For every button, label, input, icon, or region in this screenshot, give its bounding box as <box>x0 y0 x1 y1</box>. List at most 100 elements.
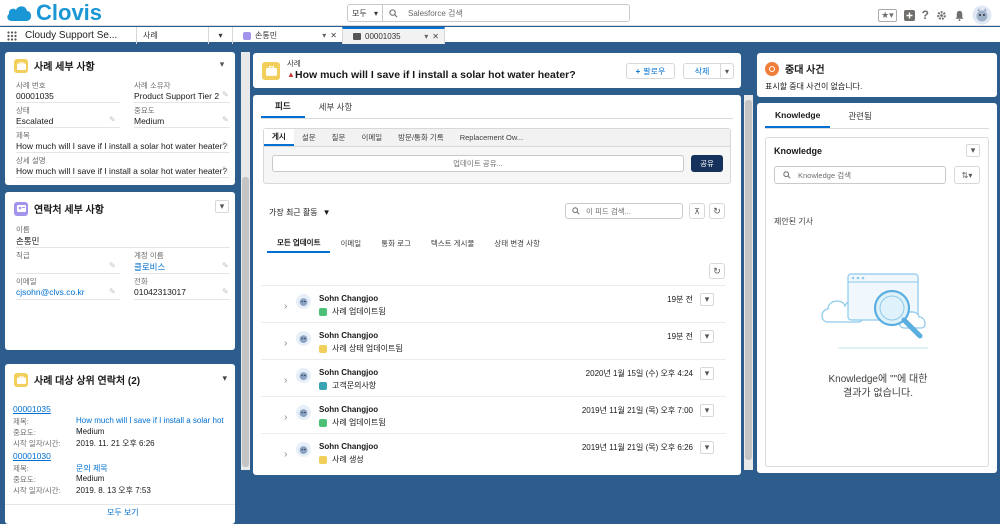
tab-feed[interactable]: 피드 <box>261 95 305 118</box>
edit-pencil-icon[interactable]: ✎ <box>109 115 116 124</box>
feed-item-menu-button[interactable]: ▾ <box>700 367 714 380</box>
avatar[interactable] <box>296 405 311 420</box>
filter-call-log[interactable]: 통화 로그 <box>371 233 421 253</box>
feed-refresh-button[interactable]: ↻ <box>709 203 725 219</box>
scrollbar-thumb[interactable] <box>242 177 249 467</box>
global-search-input[interactable]: Salesforce 검색 <box>383 5 629 21</box>
feed-timestamp[interactable]: 19분 전 <box>667 294 693 305</box>
help-icon[interactable]: ? <box>922 8 929 22</box>
feed-author-link[interactable]: Sohn Changjoo <box>319 442 378 451</box>
knowledge-menu-button[interactable]: ▾ <box>966 144 980 157</box>
avatar[interactable] <box>296 442 311 457</box>
notifications-bell-icon[interactable] <box>954 10 965 21</box>
edit-pencil-icon[interactable]: ✎ <box>222 115 229 124</box>
feed-timestamp[interactable]: 2019년 11월 21일 (목) 오후 7:00 <box>582 405 693 416</box>
feed-author-link[interactable]: Sohn Changjoo <box>319 368 378 377</box>
dropdown-icon[interactable]: ▾ <box>322 31 326 40</box>
avatar[interactable] <box>296 331 311 346</box>
record-tabs: 피드 세부 사항 <box>261 95 733 119</box>
feed-timestamp[interactable]: 2019년 11월 21일 (목) 오후 6:26 <box>582 442 693 453</box>
feed-refresh-button[interactable]: ↻ <box>709 263 725 279</box>
nav-tab-cases[interactable]: 사례 <box>136 27 232 44</box>
related-case-number-link[interactable]: 00001030 <box>13 451 51 461</box>
edit-pencil-icon[interactable]: ✎ <box>222 261 229 270</box>
tab-knowledge[interactable]: Knowledge <box>765 103 831 128</box>
edit-pencil-icon[interactable]: ✎ <box>222 140 229 149</box>
caret-down-icon: ▾ <box>373 8 378 18</box>
close-tab-icon[interactable]: ✕ <box>432 32 439 41</box>
scrollbar-thumb[interactable] <box>745 100 752 460</box>
share-button[interactable]: 공유 <box>691 155 723 172</box>
close-tab-icon[interactable]: ✕ <box>330 31 337 40</box>
description-value: How much will I save if I install a sola… <box>16 166 228 176</box>
edit-pencil-icon[interactable]: ✎ <box>222 287 229 296</box>
chevron-right-icon[interactable]: › <box>284 375 287 386</box>
filter-text-posts[interactable]: 텍스트 게시물 <box>421 233 484 253</box>
follow-button[interactable]: + 팔로우 <box>626 63 675 79</box>
related-case-number-link[interactable]: 00001035 <box>13 404 51 414</box>
feed-item-menu-button[interactable]: ▾ <box>700 404 714 417</box>
related-priority-value: Medium <box>76 474 105 483</box>
app-launcher[interactable]: Cloudy Support Se... <box>0 27 125 44</box>
filter-all-updates[interactable]: 모든 업데이트 <box>267 233 331 253</box>
search-scope-dropdown[interactable]: 모두 ▾ <box>348 5 383 21</box>
avatar[interactable] <box>296 368 311 383</box>
app-launcher-grid-icon[interactable] <box>7 30 17 41</box>
tab-related[interactable]: 관련됨 <box>830 103 889 128</box>
chevron-right-icon[interactable]: › <box>284 449 287 460</box>
favorites-icon[interactable]: ★▾ <box>878 8 897 22</box>
setup-gear-icon[interactable] <box>936 10 947 21</box>
email-link[interactable]: cjsohn@clvs.co.kr <box>16 287 85 297</box>
center-scrollbar[interactable] <box>744 95 753 470</box>
card-menu-button[interactable]: ▾ <box>215 58 229 71</box>
view-all-link[interactable]: 모두 보기 <box>107 507 139 518</box>
feed-item-menu-button[interactable]: ▾ <box>700 441 714 454</box>
left-scrollbar[interactable] <box>241 52 250 470</box>
publisher-tab-email[interactable]: 이메일 <box>353 129 390 146</box>
edit-pencil-icon[interactable]: ✎ <box>109 261 116 270</box>
delete-button[interactable]: 삭제 <box>683 63 721 79</box>
global-add-icon[interactable] <box>903 9 915 21</box>
publisher-tab-survey[interactable]: 설문 <box>294 129 324 146</box>
chevron-right-icon[interactable]: › <box>284 301 287 312</box>
knowledge-sort-button[interactable]: ⇅▾ <box>954 166 980 184</box>
case-number-label: 사례 번호 <box>16 81 46 90</box>
feed-item-menu-button[interactable]: ▾ <box>700 330 714 343</box>
card-menu-button[interactable]: ▾ <box>222 373 227 384</box>
contact-tab-icon <box>243 31 251 40</box>
more-actions-button[interactable]: ▾ <box>720 63 734 79</box>
share-update-input[interactable]: 업데이트 공유... <box>272 155 684 172</box>
feed-search-input[interactable]: 이 피드 검색... <box>565 203 683 219</box>
feed-filter-button[interactable]: ⊼ <box>689 203 705 219</box>
brand-logo[interactable]: Clovis <box>5 2 102 24</box>
card-menu-button[interactable]: ▾ <box>215 200 229 213</box>
feed-timestamp[interactable]: 2020년 1월 15일 (수) 오후 4:24 <box>586 368 693 379</box>
publisher-tab-replacement[interactable]: Replacement Ow... <box>452 129 531 146</box>
feed-author-link[interactable]: Sohn Changjoo <box>319 294 378 303</box>
edit-pencil-icon[interactable]: ✎ <box>222 90 229 99</box>
tab-details[interactable]: 세부 사항 <box>305 95 367 118</box>
related-subject-link[interactable]: 문의 제목 <box>76 463 108 474</box>
feed-author-link[interactable]: Sohn Changjoo <box>319 331 378 340</box>
avatar[interactable] <box>296 294 311 309</box>
filter-email[interactable]: 이메일 <box>330 233 371 253</box>
feed-sort-dropdown[interactable]: 가장 최근 활동 ▼ <box>269 207 331 218</box>
feed-timestamp[interactable]: 19분 전 <box>667 331 693 342</box>
feed-item-menu-button[interactable]: ▾ <box>700 293 714 306</box>
chevron-right-icon[interactable]: › <box>284 412 287 423</box>
publisher-tab-question[interactable]: 질문 <box>324 129 354 146</box>
chevron-right-icon[interactable]: › <box>284 338 287 349</box>
knowledge-search-input[interactable]: Knowledge 검색 <box>774 166 946 184</box>
publisher-tab-post[interactable]: 게시 <box>264 129 294 146</box>
account-link[interactable]: 클로비스 <box>134 261 165 273</box>
nav-tab-case-00001035[interactable]: 00001035 ▾ ✕ <box>342 27 445 44</box>
feed-item[interactable]: › Sohn Changjoo 사례 생성 2019년 11월 21일 (목) … <box>261 433 726 475</box>
nav-tab-contact[interactable]: 손통민 ▾ ✕ <box>232 27 342 44</box>
feed-author-link[interactable]: Sohn Changjoo <box>319 405 378 414</box>
publisher-tab-log-call[interactable]: 방문/통화 기록 <box>390 129 452 146</box>
edit-pencil-icon[interactable]: ✎ <box>222 165 229 174</box>
edit-pencil-icon[interactable]: ✎ <box>109 287 116 296</box>
filter-status-changes[interactable]: 상태 변경 사항 <box>484 233 550 253</box>
user-avatar[interactable] <box>972 5 992 25</box>
dropdown-icon[interactable]: ▾ <box>424 32 428 41</box>
